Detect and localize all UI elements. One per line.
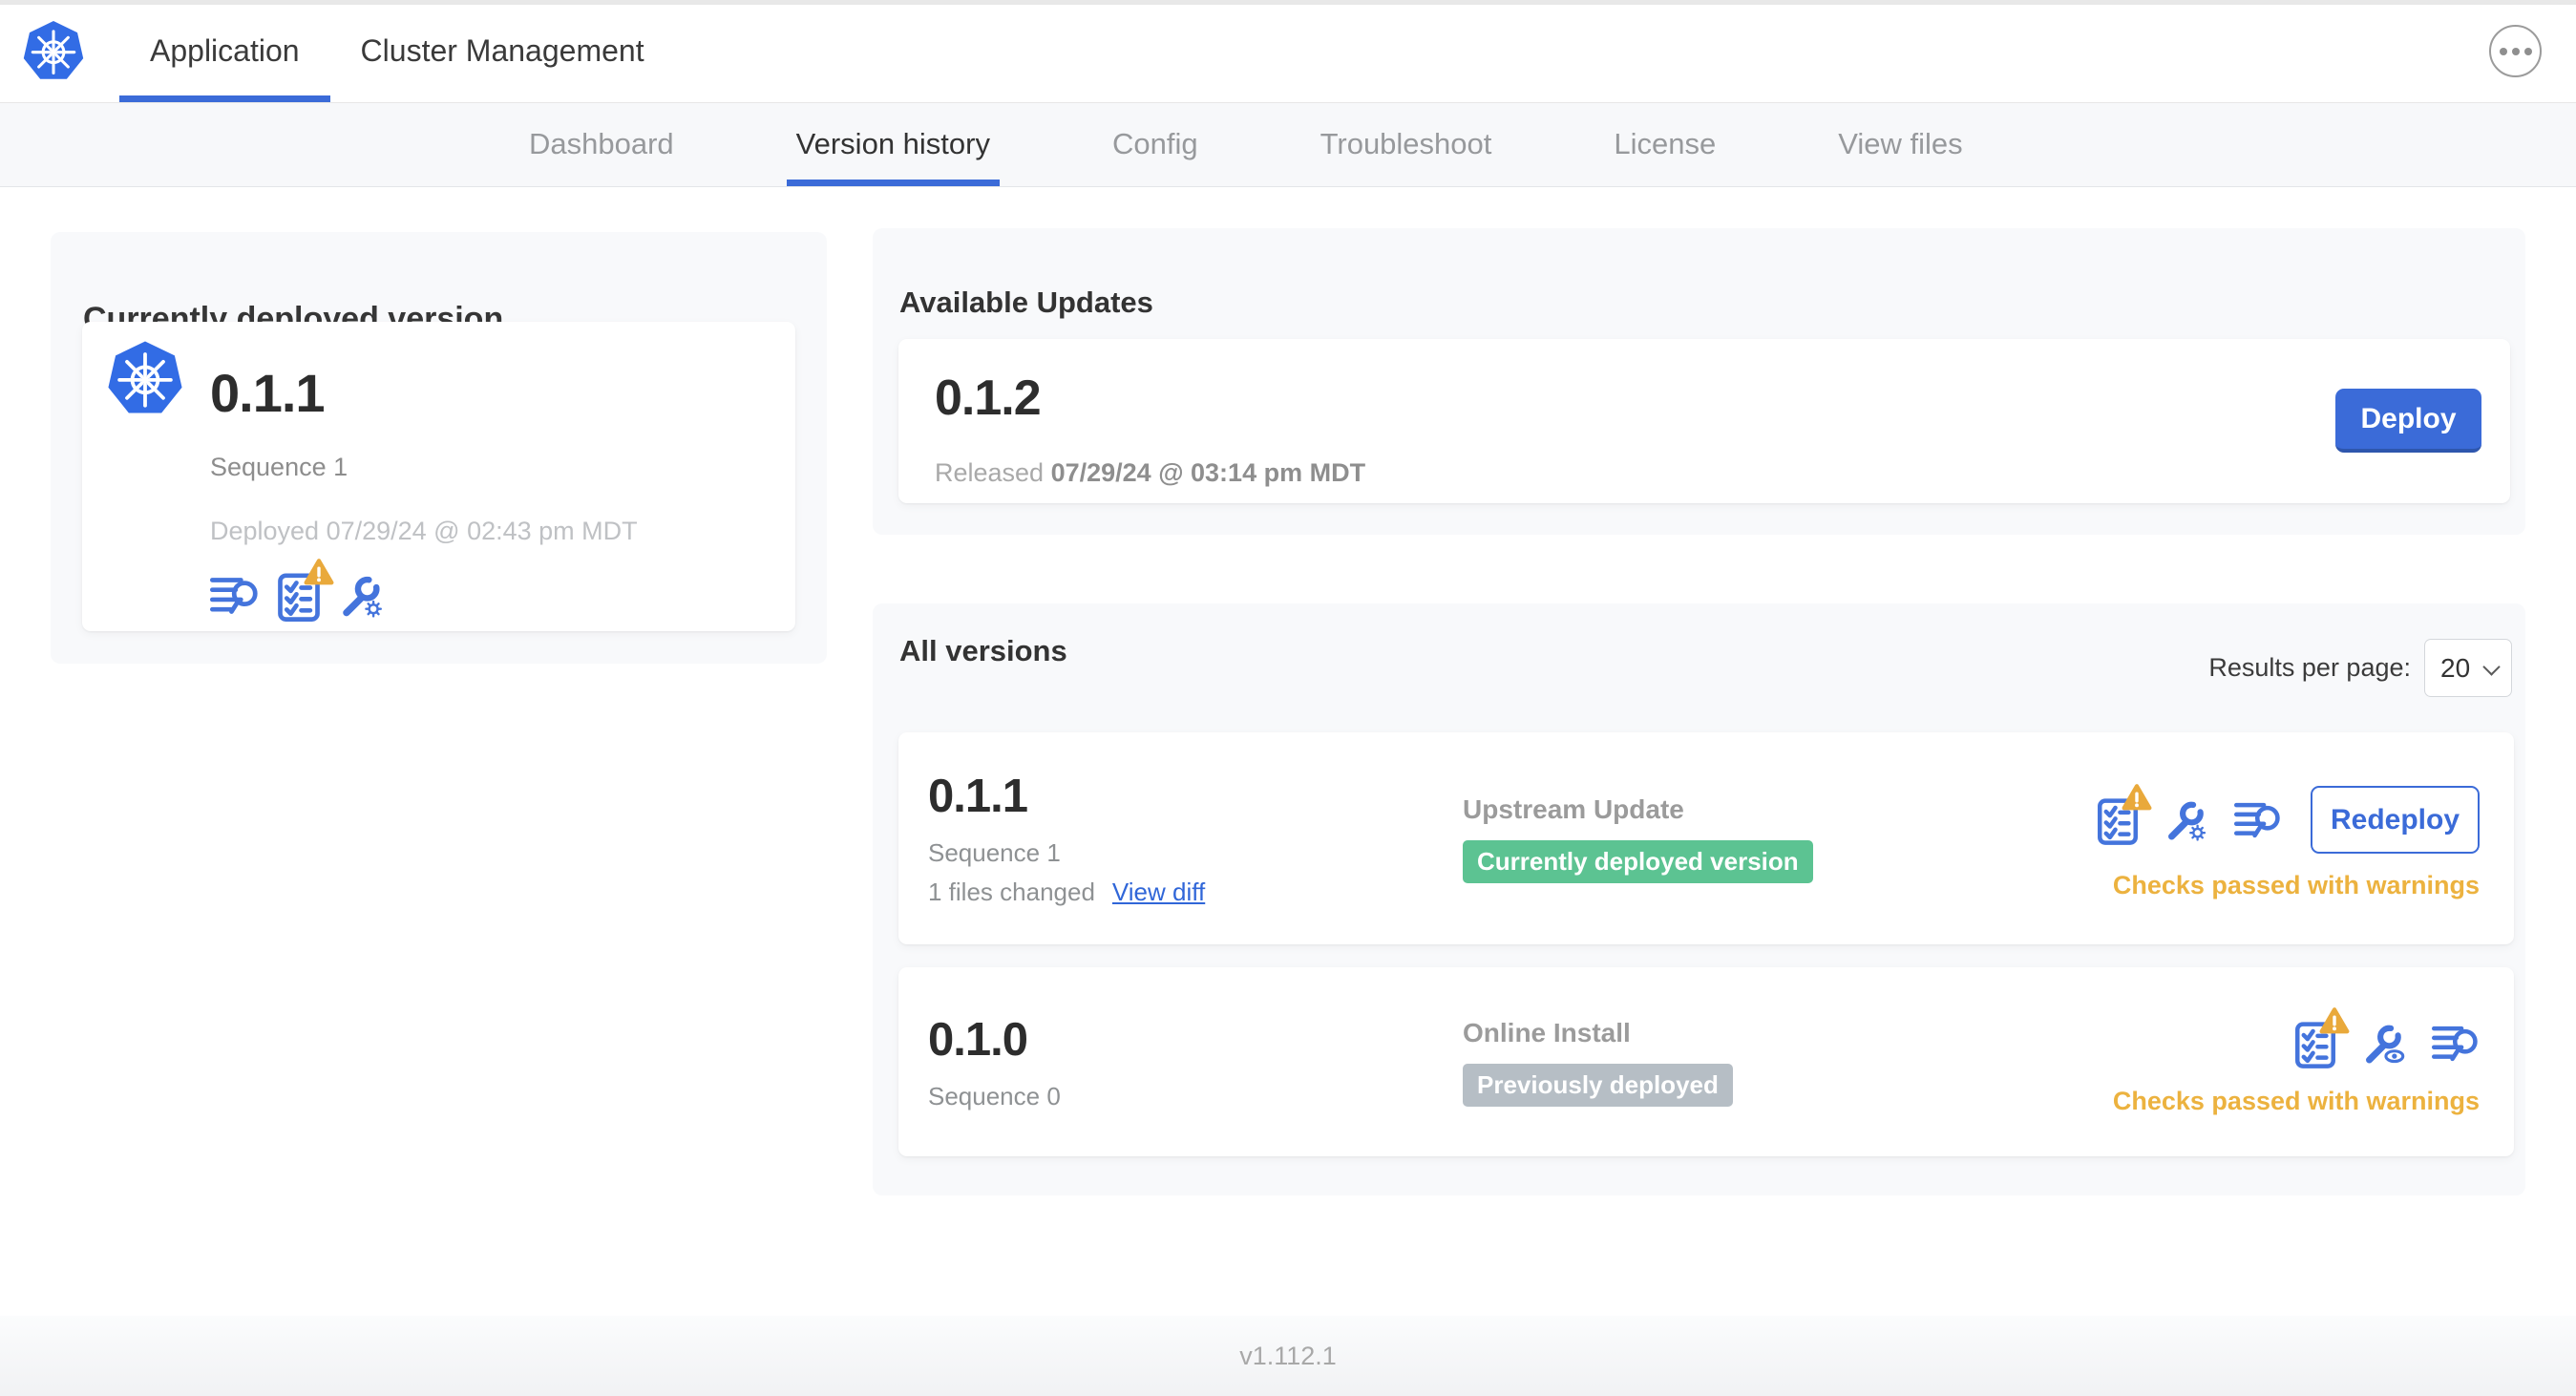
currently-deployed-badge: Currently deployed version <box>1463 839 1813 883</box>
window-top-strip <box>0 0 2576 5</box>
results-per-page-label: Results per page: <box>2208 653 2411 682</box>
available-updates-card: Available Updates 0.1.2 Released 07/29/2… <box>873 228 2525 535</box>
app-footer: v1.112.1 <box>0 1316 2576 1396</box>
preflight-checks-button[interactable] <box>277 569 321 623</box>
preflight-checks-button[interactable] <box>2097 794 2139 846</box>
preflight-status-text: Checks passed with warnings <box>2112 871 2480 899</box>
all-versions-title: All versions <box>899 634 1067 667</box>
warning-triangle-icon <box>304 558 334 586</box>
tab-application[interactable]: Application <box>119 0 330 102</box>
kubernetes-logo <box>21 19 86 84</box>
warning-triangle-icon <box>2122 783 2152 812</box>
app-header: Application Cluster Management <box>0 0 2576 103</box>
view-config-button[interactable] <box>2361 1021 2407 1067</box>
edit-config-button[interactable] <box>2164 797 2209 843</box>
deploy-button[interactable]: Deploy <box>2335 389 2481 453</box>
current-deployed-timestamp: Deployed 07/29/24 @ 02:43 pm MDT <box>210 517 638 545</box>
current-sequence: Sequence 1 <box>210 453 348 481</box>
subnav-tab-license[interactable]: License <box>1581 102 1748 186</box>
edit-config-button[interactable] <box>338 572 386 620</box>
available-update-row: 0.1.2 Released 07/29/24 @ 03:14 pm MDT D… <box>898 339 2510 503</box>
tab-application-label: Application <box>150 33 300 68</box>
subnav-tab-view-files[interactable]: View files <box>1805 102 1995 186</box>
currently-deployed-inner-card: 0.1.1 Sequence 1 Deployed 07/29/24 @ 02:… <box>82 322 795 631</box>
subnav-tab-troubleshoot[interactable]: Troubleshoot <box>1288 102 1525 186</box>
kubernetes-app-icon <box>105 339 185 419</box>
view-deploy-logs-button[interactable] <box>2432 1023 2480 1065</box>
app-subnav: Dashboard Version history Config Trouble… <box>0 102 2576 187</box>
row-source-label: Online Install <box>1463 1017 1631 1047</box>
current-version-number: 0.1.1 <box>210 363 326 423</box>
subnav-tab-dashboard[interactable]: Dashboard <box>496 102 707 186</box>
ellipsis-icon <box>2499 47 2507 55</box>
logs-icon <box>2432 1023 2480 1065</box>
overflow-menu-button[interactable] <box>2489 25 2542 77</box>
tab-cluster-management[interactable]: Cluster Management <box>330 0 675 102</box>
page-root: Application Cluster Management Dashboard… <box>0 0 2576 1396</box>
console-version: v1.112.1 <box>1239 1342 1337 1370</box>
subnav-tab-version-history[interactable]: Version history <box>764 102 1023 186</box>
view-diff-link[interactable]: View diff <box>1112 878 1205 907</box>
wrench-gear-icon <box>338 572 386 620</box>
row-version-number: 0.1.1 <box>928 771 1028 822</box>
logs-icon <box>2234 799 2282 841</box>
row-sequence: Sequence 1 <box>928 838 1061 867</box>
row-version-number: 0.1.0 <box>928 1013 1028 1066</box>
version-row-0-1-1: 0.1.1 Sequence 1 1 files changed View di… <box>898 732 2514 944</box>
header-tabs: Application Cluster Management <box>119 0 675 102</box>
redeploy-button[interactable]: Redeploy <box>2311 786 2480 854</box>
wrench-eye-icon <box>2361 1021 2407 1067</box>
update-released-datetime: 07/29/24 @ 03:14 pm MDT <box>1050 458 1366 487</box>
row-sequence: Sequence 0 <box>928 1081 1061 1110</box>
wrench-gear-icon <box>2164 797 2209 843</box>
row-files-changed: 1 files changed <box>928 878 1095 906</box>
preflight-checks-button[interactable] <box>2294 1018 2336 1069</box>
row-source-label: Upstream Update <box>1463 793 1684 824</box>
tab-cluster-management-label: Cluster Management <box>360 33 644 68</box>
preflight-status-text: Checks passed with warnings <box>2112 1086 2480 1115</box>
available-updates-title: Available Updates <box>899 286 1153 319</box>
update-version-number: 0.1.2 <box>935 370 1042 426</box>
all-versions-card: All versions Results per page: 20 0.1.1 … <box>873 603 2525 1195</box>
version-row-0-1-0: 0.1.0 Sequence 0 Online Install Previous… <box>898 967 2514 1156</box>
view-deploy-logs-button[interactable] <box>210 574 260 618</box>
previously-deployed-badge: Previously deployed <box>1463 1063 1733 1107</box>
results-per-page-select[interactable]: 20 <box>2424 639 2512 697</box>
warning-triangle-icon <box>2319 1006 2350 1035</box>
logs-icon <box>210 574 260 618</box>
currently-deployed-card: Currently deployed version 0.1.1 Sequenc… <box>51 232 827 664</box>
view-deploy-logs-button[interactable] <box>2234 799 2282 841</box>
update-released-line: Released 07/29/24 @ 03:14 pm MDT <box>935 458 1366 487</box>
subnav-tab-config[interactable]: Config <box>1080 102 1231 186</box>
